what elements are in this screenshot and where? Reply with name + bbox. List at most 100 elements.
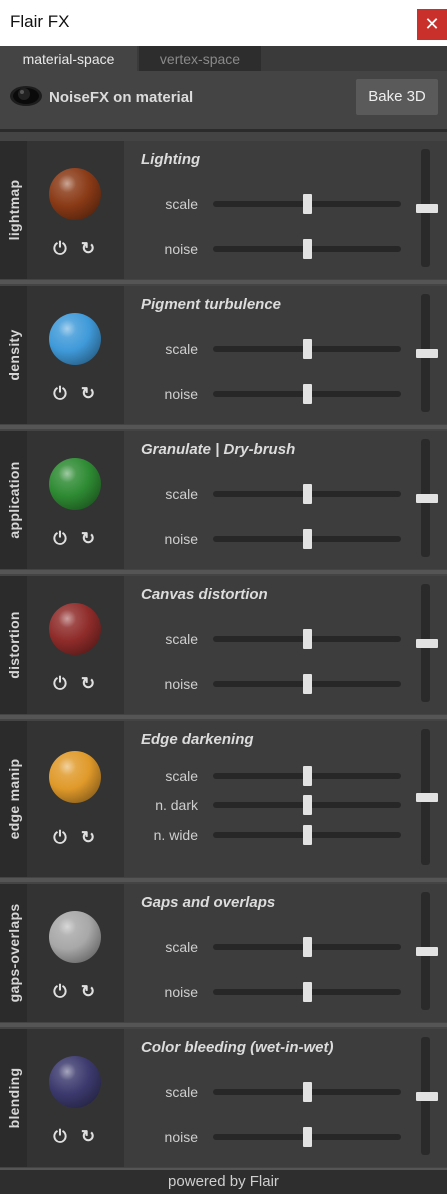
power-icon[interactable]: ⏻	[51, 829, 69, 847]
power-icon[interactable]: ⏻	[51, 675, 69, 693]
slider-label: scale	[165, 486, 198, 502]
slider-handle[interactable]	[302, 766, 312, 786]
intensity-slider-handle[interactable]	[416, 946, 438, 956]
slider-handle[interactable]	[302, 239, 312, 259]
intensity-slider-handle[interactable]	[416, 792, 438, 802]
slider-label: scale	[165, 768, 198, 784]
slider-handle[interactable]	[302, 1127, 312, 1147]
slider-handle[interactable]	[302, 629, 312, 649]
slider-handle[interactable]	[302, 1082, 312, 1102]
panel-tab[interactable]: lightmap	[0, 141, 27, 279]
slider-handle[interactable]	[302, 825, 312, 845]
slider-label: n. wide	[153, 827, 198, 843]
panel-blending: blending ⏻ ↻ Color bleeding (wet-in-wet) sca…	[0, 1029, 447, 1167]
slider-label: scale	[165, 631, 198, 647]
slider-label: scale	[165, 196, 198, 212]
reset-icon[interactable]: ↻	[79, 675, 97, 693]
panel-title: Pigment turbulence	[141, 296, 282, 313]
power-icon[interactable]: ⏻	[51, 530, 69, 548]
power-icon[interactable]: ⏻	[51, 983, 69, 1001]
material-preview: ⏻ ↻	[27, 1029, 124, 1167]
material-sphere	[49, 603, 101, 655]
tab-material-space[interactable]: material-space	[0, 46, 137, 71]
material-sphere	[49, 313, 101, 365]
material-sphere	[49, 1056, 101, 1108]
slider-handle[interactable]	[302, 795, 312, 815]
panel-lightmap: lightmap ⏻ ↻ Lighting scale noise	[0, 141, 447, 279]
panel-tab-label: application	[5, 461, 22, 539]
material-preview: ⏻ ↻	[27, 721, 124, 877]
power-icon[interactable]: ⏻	[51, 240, 69, 258]
panel-density: density ⏻ ↻ Pigment turbulence scale noise	[0, 286, 447, 424]
intensity-slider-handle[interactable]	[416, 638, 438, 648]
slider-handle[interactable]	[302, 194, 312, 214]
tab-bar: material-space vertex-space	[0, 46, 447, 71]
panel-title: Color bleeding (wet-in-wet)	[141, 1039, 334, 1056]
panel-tab-label: edge manip	[5, 758, 22, 840]
slider-label: scale	[165, 1084, 198, 1100]
footer: powered by Flair	[0, 1170, 447, 1194]
panel-application: application ⏻ ↻ Granulate | Dry-brush scale n…	[0, 431, 447, 569]
intensity-slider-handle[interactable]	[416, 1091, 438, 1101]
panel-tab[interactable]: density	[0, 286, 27, 424]
reset-icon[interactable]: ↻	[79, 1128, 97, 1146]
panel-tab-label: gaps-overlaps	[5, 903, 22, 1003]
panel-tab[interactable]: distortion	[0, 576, 27, 714]
panel-tab[interactable]: gaps-overlaps	[0, 884, 27, 1022]
slider-handle[interactable]	[302, 384, 312, 404]
panel-title: Canvas distortion	[141, 586, 268, 603]
slider-label: noise	[164, 984, 198, 1000]
panel-title: Edge darkening	[141, 731, 254, 748]
reset-icon[interactable]: ↻	[79, 530, 97, 548]
panel-divider	[0, 1023, 447, 1027]
slider-label: noise	[164, 386, 198, 402]
tab-vertex-space[interactable]: vertex-space	[139, 46, 261, 71]
panel-tab[interactable]: application	[0, 431, 27, 569]
panel-divider	[0, 280, 447, 284]
slider-handle[interactable]	[302, 484, 312, 504]
noisefx-label: NoiseFX on material	[49, 89, 194, 106]
title-bar: Flair FX ✕	[0, 0, 447, 46]
separator	[0, 129, 447, 132]
slider-handle[interactable]	[302, 982, 312, 1002]
intensity-slider-handle[interactable]	[416, 493, 438, 503]
slider-handle[interactable]	[302, 529, 312, 549]
intensity-slider-handle[interactable]	[416, 348, 438, 358]
panel-gaps-overlaps: gaps-overlaps ⏻ ↻ Gaps and overlaps scale noi…	[0, 884, 447, 1022]
panel-tab[interactable]: edge manip	[0, 721, 27, 877]
material-sphere	[49, 168, 101, 220]
slider-label: scale	[165, 939, 198, 955]
material-preview: ⏻ ↻	[27, 431, 124, 569]
panel-title: Lighting	[141, 151, 201, 168]
panel-edge-manip: edge manip ⏻ ↻ Edge darkening scale n. dark n.…	[0, 721, 447, 877]
slider-label: noise	[164, 241, 198, 257]
panel-tab-label: lightmap	[5, 179, 22, 241]
bake-3d-button[interactable]: Bake 3D	[356, 79, 438, 115]
reset-icon[interactable]: ↻	[79, 240, 97, 258]
material-sphere	[49, 751, 101, 803]
slider-label: noise	[164, 531, 198, 547]
panel-divider	[0, 425, 447, 429]
window-title: Flair FX	[10, 12, 70, 31]
close-button[interactable]: ✕	[417, 9, 447, 40]
material-sphere	[49, 458, 101, 510]
slider-label: n. dark	[155, 797, 198, 813]
reset-icon[interactable]: ↻	[79, 385, 97, 403]
power-icon[interactable]: ⏻	[51, 385, 69, 403]
panel-divider	[0, 570, 447, 574]
material-preview: ⏻ ↻	[27, 576, 124, 714]
panel-title: Gaps and overlaps	[141, 894, 276, 911]
slider-handle[interactable]	[302, 674, 312, 694]
slider-handle[interactable]	[302, 339, 312, 359]
eye-icon[interactable]	[9, 84, 43, 108]
slider-label: noise	[164, 676, 198, 692]
panel-title: Granulate | Dry-brush	[141, 441, 296, 458]
power-icon[interactable]: ⏻	[51, 1128, 69, 1146]
reset-icon[interactable]: ↻	[79, 829, 97, 847]
reset-icon[interactable]: ↻	[79, 983, 97, 1001]
intensity-slider-handle[interactable]	[416, 203, 438, 213]
slider-handle[interactable]	[302, 937, 312, 957]
panel-tab-label: distortion	[5, 611, 22, 679]
panel-tab-label: blending	[5, 1067, 22, 1129]
panel-tab[interactable]: blending	[0, 1029, 27, 1167]
